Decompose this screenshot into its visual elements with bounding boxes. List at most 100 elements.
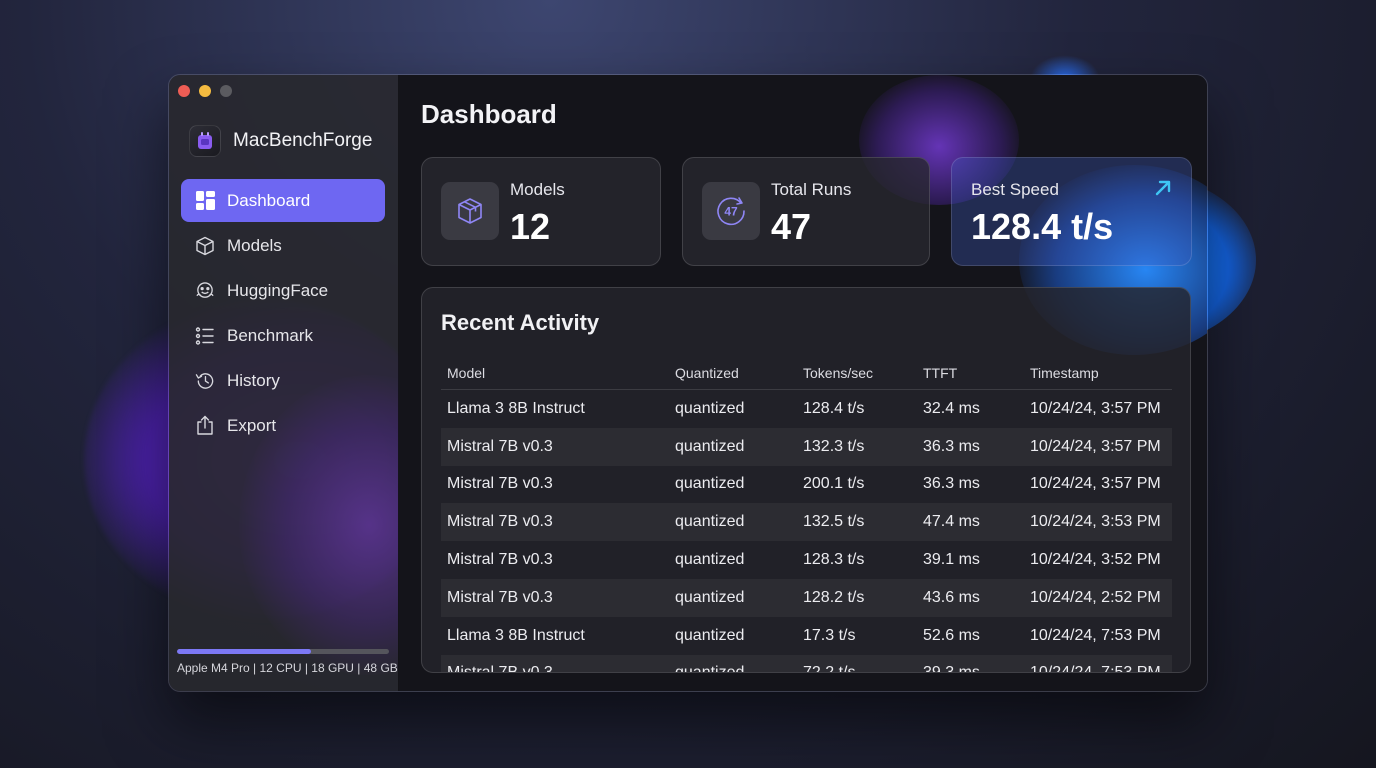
cell-model: Llama 3 8B Instruct (447, 399, 585, 417)
main-content: Dashboard Models 12 47 Total Runs 47 Bes… (399, 75, 1207, 691)
table-header: Model Quantized Tokens/sec TTFT Timestam… (441, 356, 1172, 390)
hardware-info: Apple M4 Pro | 12 CPU | 18 GPU | 48 GB (177, 649, 398, 675)
column-header[interactable]: Timestamp (1024, 365, 1172, 381)
cell-timestamp: 10/24/24, 3:53 PM (1030, 513, 1161, 531)
cell-timestamp: 10/24/24, 3:57 PM (1030, 475, 1161, 493)
sidebar-item-label: HuggingFace (227, 280, 329, 300)
app-title: MacBenchForge (233, 130, 373, 151)
table-row[interactable]: Mistral 7B v0.3 quantized 128.2 t/s 43.6… (441, 578, 1172, 617)
checklist-icon (195, 326, 215, 346)
stat-label: Models (510, 180, 565, 199)
window-controls (178, 85, 232, 97)
hardware-usage-fill (177, 649, 311, 654)
table-row[interactable]: Mistral 7B v0.3 quantized 132.3 t/s 36.3… (441, 427, 1172, 466)
hardware-usage-bar (177, 649, 389, 654)
recent-activity-title: Recent Activity (441, 310, 600, 335)
app-brand: MacBenchForge (189, 125, 372, 157)
minimize-window-button[interactable] (199, 85, 211, 97)
column-header[interactable]: Model (441, 365, 669, 381)
cell-quantized: quantized (675, 626, 745, 644)
cell-ttft: 52.6 ms (923, 626, 980, 644)
cell-model: Mistral 7B v0.3 (447, 551, 553, 569)
table-row[interactable]: Mistral 7B v0.3 quantized 72.2 t/s 39.3 … (441, 654, 1172, 673)
cell-tokens-per-sec: 200.1 t/s (803, 475, 865, 493)
stat-card-total-runs[interactable]: 47 Total Runs 47 (682, 157, 930, 266)
stat-label: Best Speed (971, 180, 1059, 199)
cell-quantized: quantized (675, 664, 745, 673)
cube-icon (195, 236, 215, 256)
cell-quantized: quantized (675, 475, 745, 493)
cell-tokens-per-sec: 17.3 t/s (803, 626, 856, 644)
cell-tokens-per-sec: 132.3 t/s (803, 437, 865, 455)
cell-quantized: quantized (675, 437, 745, 455)
stat-label: Total Runs (771, 180, 852, 199)
hardware-label: Apple M4 Pro | 12 CPU | 18 GPU | 48 GB (177, 661, 398, 675)
cell-timestamp: 10/24/24, 3:57 PM (1030, 399, 1161, 417)
cell-timestamp: 10/24/24, 3:57 PM (1030, 437, 1161, 455)
cell-tokens-per-sec: 132.5 t/s (803, 513, 865, 531)
sidebar-item-huggingface[interactable]: HuggingFace (181, 269, 385, 312)
history-icon (195, 371, 215, 391)
cell-timestamp: 10/24/24, 3:52 PM (1030, 551, 1161, 569)
sidebar-item-label: Dashboard (227, 190, 311, 210)
close-window-button[interactable] (178, 85, 190, 97)
cell-model: Mistral 7B v0.3 (447, 475, 553, 493)
column-header[interactable]: TTFT (917, 365, 1024, 381)
cell-tokens-per-sec: 128.4 t/s (803, 399, 865, 417)
arrow-up-right-icon (1153, 178, 1173, 203)
cell-model: Mistral 7B v0.3 (447, 513, 553, 531)
sidebar-item-models[interactable]: Models (181, 224, 385, 267)
cell-ttft: 36.3 ms (923, 437, 980, 455)
zoom-window-button[interactable] (220, 85, 232, 97)
cell-ttft: 47.4 ms (923, 513, 980, 531)
sidebar-item-label: History (227, 370, 280, 390)
stat-value: 128.4 t/s (971, 206, 1114, 247)
grid-icon (195, 191, 215, 211)
sidebar-item-label: Models (227, 235, 282, 255)
sidebar-item-benchmark[interactable]: Benchmark (181, 314, 385, 357)
sidebar-item-history[interactable]: History (181, 359, 385, 402)
cell-quantized: quantized (675, 399, 745, 417)
export-icon (195, 415, 215, 436)
cell-model: Mistral 7B v0.3 (447, 664, 553, 673)
table-row[interactable]: Mistral 7B v0.3 quantized 200.1 t/s 36.3… (441, 466, 1172, 504)
cell-ttft: 39.1 ms (923, 551, 980, 569)
cell-ttft: 39.3 ms (923, 664, 980, 673)
sidebar-nav: Dashboard Models HuggingFace Benchmark H… (181, 179, 385, 449)
cell-model: Mistral 7B v0.3 (447, 588, 553, 606)
cell-ttft: 32.4 ms (923, 399, 980, 417)
cell-tokens-per-sec: 128.2 t/s (803, 588, 865, 606)
cell-model: Mistral 7B v0.3 (447, 437, 553, 455)
table-row[interactable]: Llama 3 8B Instruct quantized 17.3 t/s 5… (441, 617, 1172, 655)
stat-value: 47 (771, 206, 812, 247)
cell-ttft: 43.6 ms (923, 588, 980, 606)
cell-timestamp: 10/24/24, 7:53 PM (1030, 626, 1161, 644)
runs-counter-icon: 47 (702, 182, 760, 240)
runs-icon-text: 47 (724, 205, 738, 219)
table-row[interactable]: Mistral 7B v0.3 quantized 132.5 t/s 47.4… (441, 503, 1172, 542)
stat-card-models[interactable]: Models 12 (421, 157, 661, 266)
cell-ttft: 36.3 ms (923, 475, 980, 493)
column-header[interactable]: Tokens/sec (797, 365, 917, 381)
cell-quantized: quantized (675, 551, 745, 569)
page-title: Dashboard (421, 99, 557, 129)
cell-quantized: quantized (675, 588, 745, 606)
sidebar-item-export[interactable]: Export (181, 404, 385, 447)
recent-activity-table: Model Quantized Tokens/sec TTFT Timestam… (441, 356, 1172, 673)
app-window: MacBenchForge Dashboard Models HuggingFa… (168, 74, 1208, 692)
table-row[interactable]: Llama 3 8B Instruct quantized 128.4 t/s … (441, 390, 1172, 428)
sidebar-item-label: Export (227, 415, 277, 435)
sidebar: MacBenchForge Dashboard Models HuggingFa… (169, 75, 399, 691)
cell-model: Llama 3 8B Instruct (447, 626, 585, 644)
sidebar-item-dashboard[interactable]: Dashboard (181, 179, 385, 222)
package-icon (441, 182, 499, 240)
cell-timestamp: 10/24/24, 7:53 PM (1030, 664, 1161, 673)
table-row[interactable]: Mistral 7B v0.3 quantized 128.3 t/s 39.1… (441, 541, 1172, 579)
column-header[interactable]: Quantized (669, 365, 797, 381)
stat-value: 12 (510, 206, 551, 247)
stat-card-best-speed[interactable]: Best Speed 128.4 t/s (951, 157, 1192, 266)
cell-quantized: quantized (675, 513, 745, 531)
recent-activity-panel: Recent Activity Model Quantized Tokens/s… (421, 287, 1191, 673)
cell-timestamp: 10/24/24, 2:52 PM (1030, 588, 1161, 606)
app-logo-icon (189, 125, 221, 157)
